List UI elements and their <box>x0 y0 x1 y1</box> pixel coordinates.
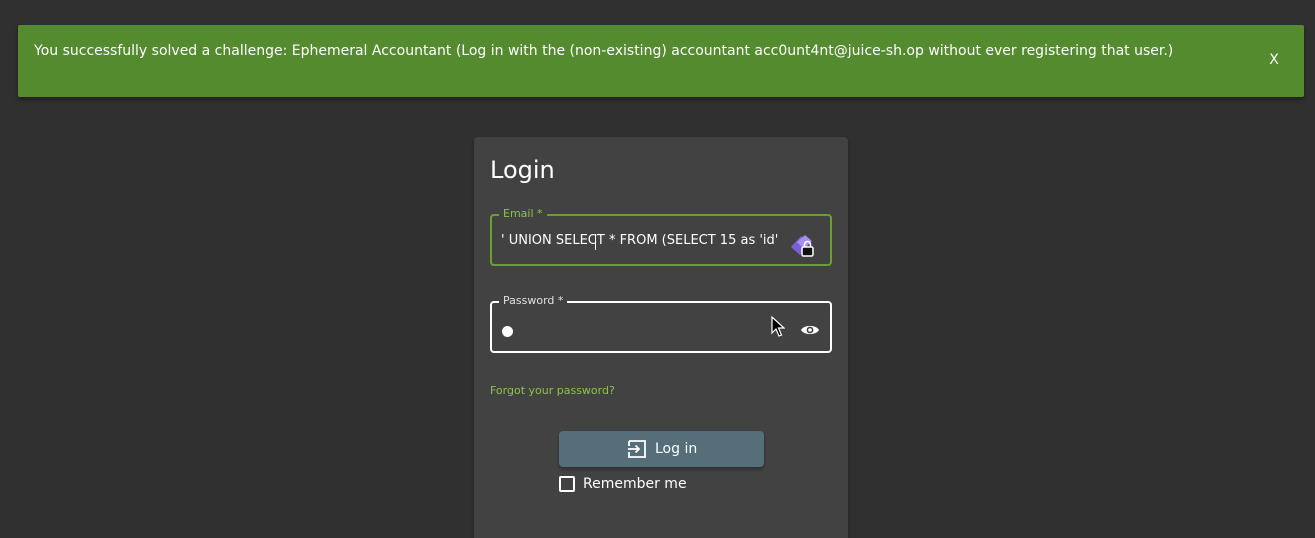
remember-me[interactable]: Remember me <box>559 475 687 493</box>
lock-badge-icon[interactable] <box>788 231 818 259</box>
login-card: Login Email * ' UNION SELECT * FROM (SEL… <box>474 137 848 538</box>
page: You successfully solved a challenge: Eph… <box>0 0 1315 538</box>
password-field[interactable]: Password * <box>490 294 832 353</box>
email-label: Email * <box>499 207 547 221</box>
login-button-content: Log in <box>627 439 697 459</box>
page-title: Login <box>490 156 555 184</box>
login-button[interactable]: Log in <box>559 431 764 467</box>
login-button-label: Log in <box>655 441 698 457</box>
login-icon <box>627 439 647 459</box>
text-caret <box>595 234 596 250</box>
eye-icon[interactable] <box>800 322 820 338</box>
banner-close-button[interactable]: X <box>1261 49 1287 71</box>
forgot-password-link[interactable]: Forgot your password? <box>490 384 615 398</box>
password-mask-dot <box>502 326 513 337</box>
mouse-pointer-icon <box>771 315 786 338</box>
remember-me-checkbox[interactable] <box>559 476 575 492</box>
email-input[interactable]: ' UNION SELECT * FROM (SELECT 15 as 'id' <box>501 233 807 249</box>
remember-me-label: Remember me <box>583 476 687 492</box>
challenge-solved-banner: You successfully solved a challenge: Eph… <box>18 25 1304 97</box>
banner-message: You successfully solved a challenge: Eph… <box>34 43 1174 59</box>
password-label: Password * <box>499 294 568 308</box>
email-field[interactable]: Email * ' UNION SELECT * FROM (SELECT 15… <box>490 207 832 266</box>
